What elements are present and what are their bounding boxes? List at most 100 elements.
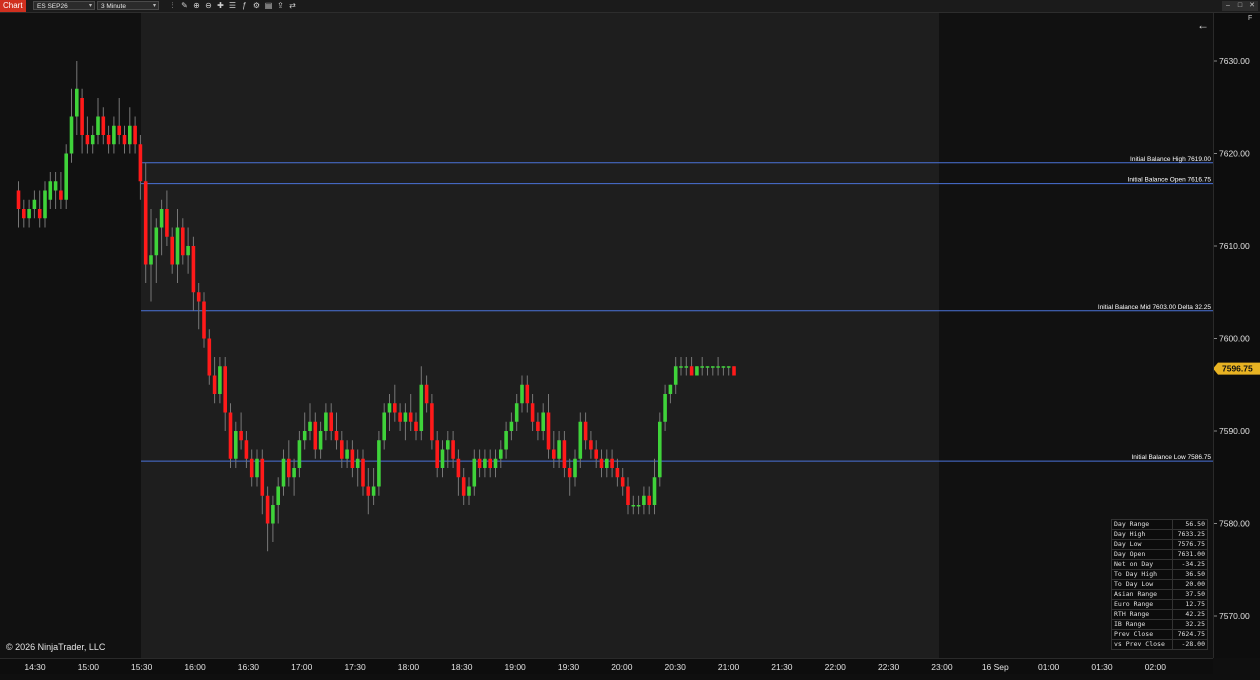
candle-body xyxy=(663,394,667,422)
stats-value: -28.00 xyxy=(1171,639,1209,650)
candle-body xyxy=(514,403,519,422)
f-indicator[interactable]: F xyxy=(1248,15,1252,22)
zoom-out-icon[interactable]: ⊖ xyxy=(204,1,213,10)
properties-icon[interactable]: ☰ xyxy=(228,1,237,10)
candle-body xyxy=(334,431,339,441)
price-axis[interactable]: 7630.00 7620.00 7610.00 7600.00 7590.00 7580.… xyxy=(1213,13,1260,658)
copyright-text: © 2026 NinjaTrader, LLC xyxy=(6,642,106,652)
candle xyxy=(117,98,121,145)
order-panel-icon[interactable]: ⇄ xyxy=(288,1,297,10)
candle-body xyxy=(467,486,471,496)
candle-body xyxy=(159,209,164,228)
candle-body xyxy=(313,421,318,450)
chevron-down-icon: ▾ xyxy=(152,3,156,9)
candle-body xyxy=(345,449,349,459)
candle-body xyxy=(456,458,461,478)
candle-body xyxy=(573,458,577,478)
candle-body xyxy=(196,292,201,302)
candle-body xyxy=(260,458,265,496)
candle-body xyxy=(228,412,233,459)
close-icon[interactable]: ✕ xyxy=(1246,1,1258,11)
minimize-icon[interactable]: – xyxy=(1222,1,1234,11)
stats-value: 37.50 xyxy=(1171,589,1209,600)
chart-panel[interactable]: Initial Balance High 7619.00 Initial Bala… xyxy=(0,13,1213,658)
candle-body xyxy=(477,458,482,468)
candle-body xyxy=(615,468,620,478)
candle xyxy=(85,116,90,154)
candle-body xyxy=(318,431,323,450)
candle-body xyxy=(249,458,254,478)
time-tick-label: 02:00 xyxy=(1145,662,1167,672)
candle-body xyxy=(361,458,365,487)
stats-table: Day Range 56.50 Day High 7633.25 Day Low 7576… xyxy=(1111,519,1209,650)
candle-body xyxy=(705,366,710,368)
candle-body xyxy=(292,468,296,478)
candle xyxy=(133,116,137,154)
bar-type-icon[interactable]: ⫶ xyxy=(168,1,177,10)
candle-body xyxy=(207,338,212,376)
time-tick-label: 17:30 xyxy=(344,662,366,672)
candle-body xyxy=(461,477,466,496)
strategies-icon[interactable]: ⚙ xyxy=(252,1,261,10)
draw-tools-icon[interactable]: ✎ xyxy=(180,1,189,10)
zoom-in-icon[interactable]: ⊕ xyxy=(192,1,201,10)
back-arrow-icon[interactable]: ← xyxy=(1197,18,1209,32)
initial-balance-label: Initial Balance Open 7616.75 xyxy=(1128,177,1212,184)
stats-row: Asian Range 37.50 xyxy=(1111,589,1209,600)
candle-body xyxy=(536,421,540,431)
time-tick-label: 19:00 xyxy=(505,662,527,672)
instrument-selector[interactable]: ES SEP26 ▾ xyxy=(33,1,95,10)
stats-label: Day Range xyxy=(1111,519,1173,530)
candle-body xyxy=(281,458,286,487)
candle-body xyxy=(440,449,445,468)
stats-value: 20.00 xyxy=(1171,579,1209,590)
candle-body xyxy=(255,458,259,478)
candle-body xyxy=(366,486,371,496)
candle xyxy=(22,199,26,228)
maximize-icon[interactable]: □ xyxy=(1234,1,1246,11)
time-tick-label: 15:30 xyxy=(131,662,153,672)
candle-body xyxy=(562,440,567,468)
candle-body xyxy=(186,246,190,256)
time-tick-label: 23:00 xyxy=(931,662,953,672)
time-tick-label: 01:00 xyxy=(1038,662,1060,672)
candle-body xyxy=(355,458,360,468)
candle-body xyxy=(509,421,514,431)
chart-tab[interactable]: Chart xyxy=(0,0,26,12)
data-box-icon[interactable]: ▤ xyxy=(264,1,273,10)
candle-body xyxy=(689,366,694,376)
candle-body xyxy=(202,301,206,339)
time-tick-label: 22:30 xyxy=(878,662,900,672)
candle-body xyxy=(239,431,243,441)
price-tick-label: 7630.00 xyxy=(1219,56,1250,66)
time-tick-label: 21:00 xyxy=(718,662,740,672)
candle-body xyxy=(578,421,583,459)
time-axis[interactable]: 14:30 15:00 15:30 16:00 16:30 17:00 17:30 18:00… xyxy=(0,658,1213,674)
candle xyxy=(106,125,111,154)
candle-body xyxy=(85,135,90,145)
candle-body xyxy=(589,440,593,450)
candle-body xyxy=(716,366,720,368)
stats-row: Day Low 7576.75 xyxy=(1111,539,1209,550)
candle xyxy=(377,431,381,496)
initial-balance-label: Initial Balance Low 7586.75 xyxy=(1131,454,1211,461)
interval-selector[interactable]: 3 Minute ▾ xyxy=(97,1,159,10)
candle-body xyxy=(642,495,646,505)
time-tick-label: 21:30 xyxy=(771,662,793,672)
indicators-icon[interactable]: ƒ xyxy=(240,1,249,10)
share-icon[interactable]: ⇪ xyxy=(276,1,285,10)
interval-label: 3 Minute xyxy=(101,3,126,10)
time-tick-label: 14:30 xyxy=(24,662,46,672)
stats-value: 32.25 xyxy=(1171,619,1209,630)
stats-row: IB Range 32.25 xyxy=(1111,619,1209,630)
candle-body xyxy=(22,209,26,219)
candle-body xyxy=(726,366,731,368)
candle-body xyxy=(673,366,678,385)
candle-body xyxy=(37,209,42,219)
candle-body xyxy=(647,495,651,505)
stats-value: 12.75 xyxy=(1171,599,1209,610)
time-tick-label: 16 Sep xyxy=(982,662,1009,672)
candle-body xyxy=(652,477,657,505)
crosshair-icon[interactable]: ✚ xyxy=(216,1,225,10)
candle-body xyxy=(393,403,397,413)
